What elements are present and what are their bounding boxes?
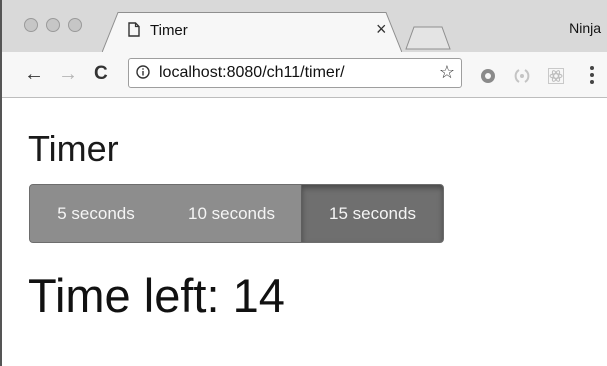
url-text[interactable]: localhost:8080/ch11/timer/ bbox=[159, 64, 345, 82]
reload-icon[interactable]: C bbox=[94, 64, 108, 84]
document-icon bbox=[128, 22, 140, 37]
duration-button-group: 5 seconds 10 seconds 15 seconds bbox=[29, 184, 444, 243]
profile-name[interactable]: Ninja bbox=[569, 20, 601, 36]
bookmark-star-icon[interactable]: ☆ bbox=[439, 62, 455, 83]
page-title: Timer bbox=[28, 128, 119, 169]
tab-title: Timer bbox=[150, 22, 188, 39]
ten-seconds-button[interactable]: 10 seconds bbox=[162, 185, 301, 242]
forward-icon[interactable]: → bbox=[58, 64, 78, 84]
time-left-display: Time left: 14 bbox=[28, 269, 285, 322]
tab-strip: Timer × Ninja bbox=[2, 0, 607, 53]
new-tab-button[interactable] bbox=[404, 26, 452, 50]
five-seconds-button[interactable]: 5 seconds bbox=[30, 185, 162, 242]
browser-window: Timer × Ninja ← → C localhost:8080/ch11/… bbox=[0, 0, 607, 366]
browser-toolbar: ← → C localhost:8080/ch11/timer/ ☆ bbox=[2, 52, 607, 98]
close-tab-icon[interactable]: × bbox=[376, 20, 387, 38]
extension-icon[interactable] bbox=[514, 68, 530, 84]
tab-outline bbox=[102, 12, 402, 53]
extension-icon[interactable] bbox=[480, 68, 496, 84]
minimize-window-button[interactable] bbox=[46, 18, 60, 32]
fifteen-seconds-button[interactable]: 15 seconds bbox=[301, 185, 443, 242]
address-bar[interactable]: localhost:8080/ch11/timer/ ☆ bbox=[128, 58, 462, 88]
back-icon[interactable]: ← bbox=[24, 64, 44, 84]
menu-icon[interactable] bbox=[590, 66, 594, 87]
info-icon[interactable] bbox=[136, 65, 150, 79]
close-window-button[interactable] bbox=[24, 18, 38, 32]
react-devtools-icon[interactable] bbox=[548, 68, 564, 84]
maximize-window-button[interactable] bbox=[68, 18, 82, 32]
